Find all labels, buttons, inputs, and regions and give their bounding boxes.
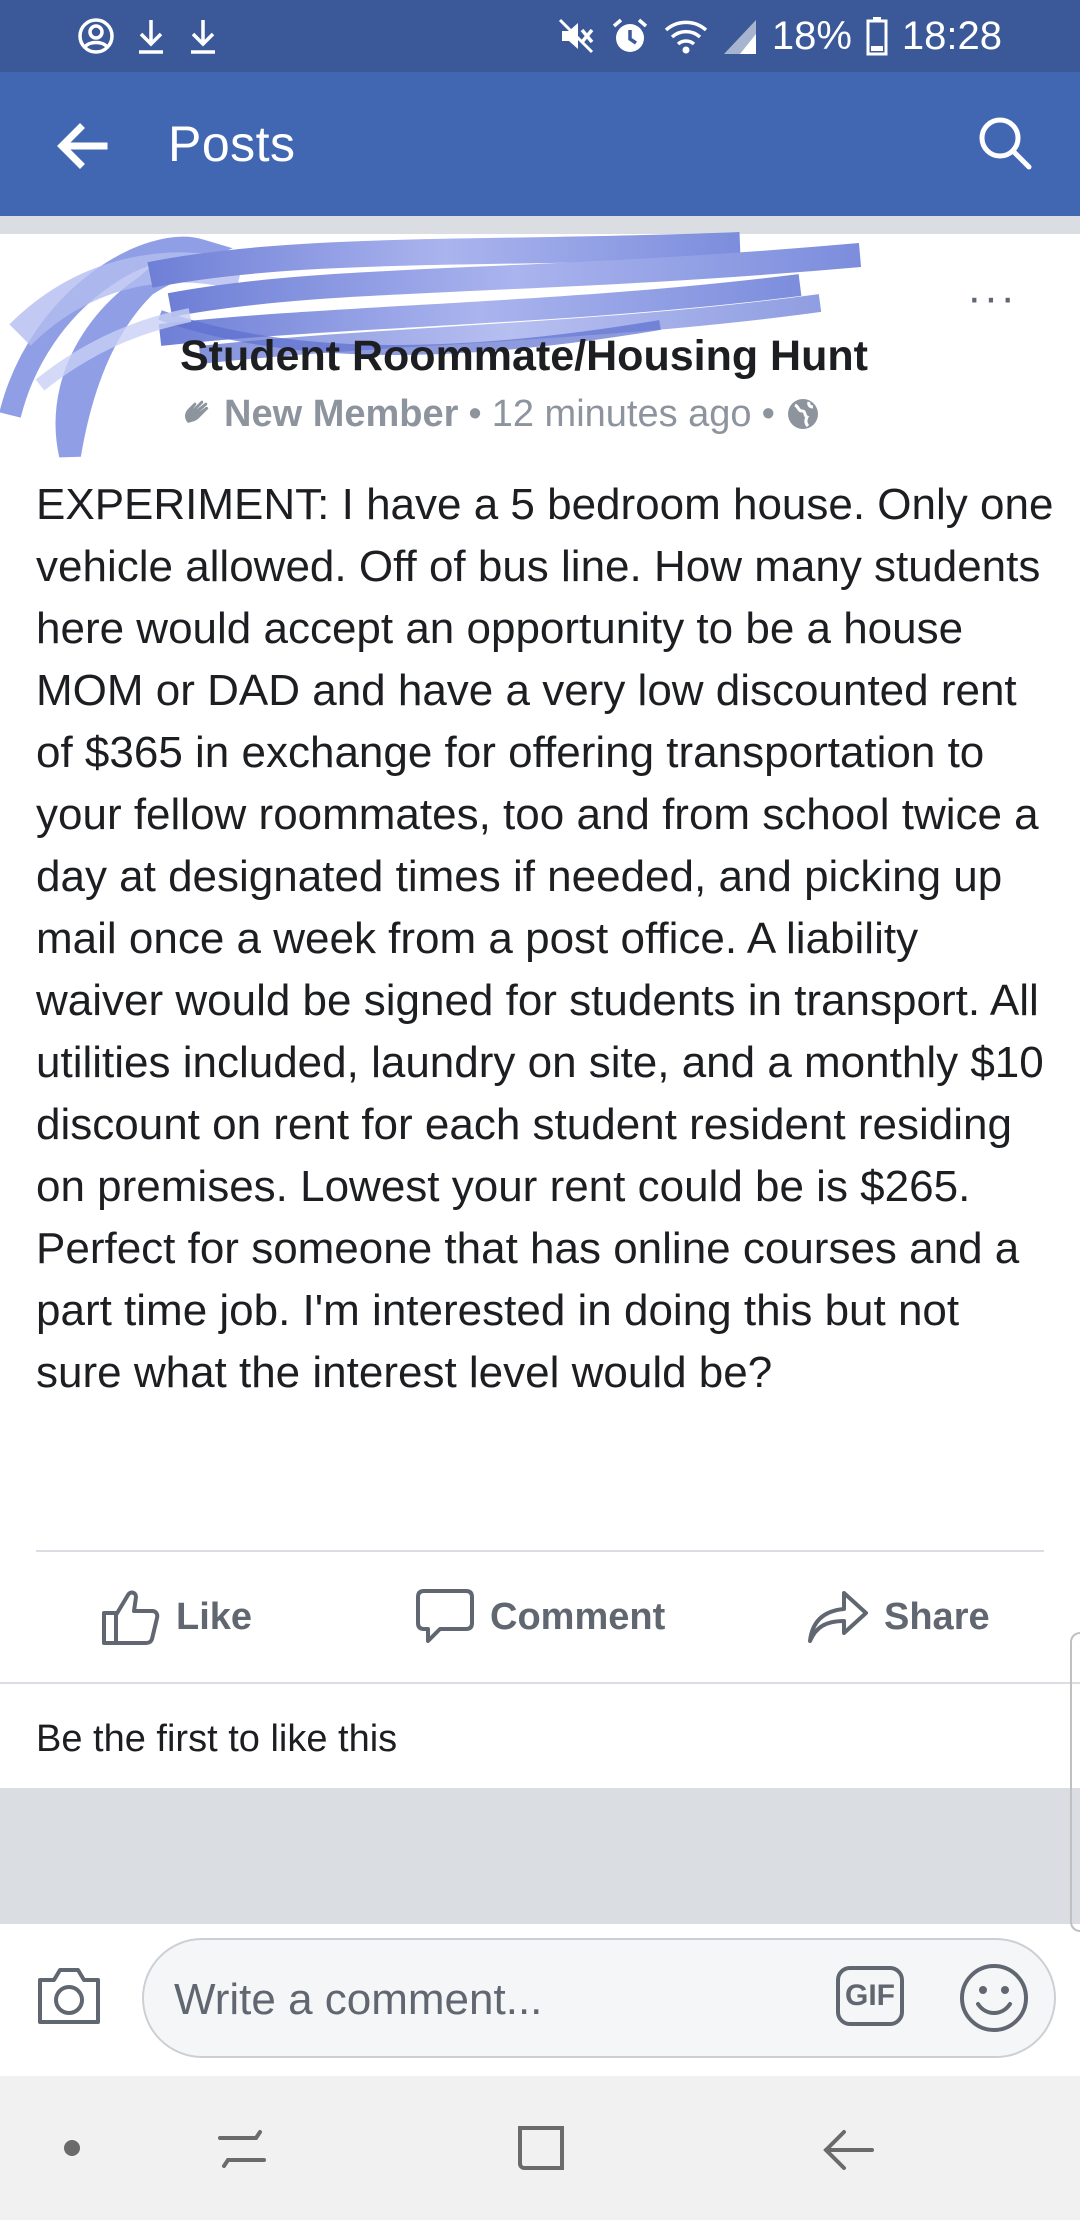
comment-composer: GIF [0,1924,1080,2076]
page-title: Posts [168,116,296,172]
share-button[interactable]: Share [806,1580,990,1654]
group-name-link[interactable]: Student Roommate/Housing Hunt [180,328,868,384]
meta-separator: • [468,392,482,435]
member-badge: New Member [224,392,459,435]
arrow-left-icon [57,123,108,169]
home-square-icon [518,2126,564,2170]
mute-icon [556,16,596,56]
camera-button[interactable] [34,1964,104,2028]
app-bar: Posts [0,72,1080,216]
alarm-icon [610,16,650,56]
post-body: EXPERIMENT: I have a 5 bedroom house. On… [36,480,1054,1397]
camera-icon [38,1968,100,2024]
wifi-icon [664,16,708,56]
gif-button[interactable]: GIF [836,1966,904,2026]
search-icon [979,117,1032,170]
like-label: Like [176,1595,253,1638]
system-navigation-bar [0,2076,1080,2220]
post-meta: New Member • 12 minutes ago • [180,389,821,439]
smiley-icon [960,1964,1028,2032]
comment-bubble-icon [416,1589,474,1643]
recent-apps-button[interactable] [212,2120,272,2180]
status-left-icons [76,14,220,58]
back-button[interactable] [52,116,112,176]
emoji-button[interactable] [956,1960,1032,2036]
thumbs-up-icon [102,1590,160,1645]
status-right-icons: 18% 18:28 [556,10,1002,62]
comment-field: GIF [142,1938,1056,2058]
share-label: Share [884,1595,990,1638]
download-icon [186,16,220,56]
comment-input[interactable] [174,1970,734,2030]
wave-hand-icon [185,400,209,423]
download-icon [134,16,168,56]
account-circle-icon [76,16,116,56]
post-time[interactable]: 12 minutes ago [492,393,752,436]
scroll-indicator [1070,1632,1080,1932]
post-action-bar: Like Comment Share [0,1552,1080,1682]
comment-button[interactable]: Comment [414,1580,665,1654]
battery-icon [866,16,888,56]
divider [0,1682,1080,1684]
reaction-summary: Be the first to like this [36,1718,398,1760]
more-options-button[interactable]: ··· [962,276,1022,320]
status-bar: 18% 18:28 [0,0,1080,72]
recent-apps-icon [218,2130,266,2168]
search-button[interactable] [974,112,1036,174]
back-arrow-icon [823,2130,874,2170]
battery-percent: 18% [771,13,852,58]
empty-comments-area [0,1788,1080,1924]
share-arrow-icon [808,1591,868,1643]
comment-label: Comment [490,1595,666,1638]
system-back-button[interactable] [818,2120,878,2180]
clock-time: 18:28 [901,13,1002,58]
nav-dot-indicator[interactable] [64,2140,80,2156]
signal-icon [722,16,758,56]
like-button[interactable]: Like [100,1580,252,1654]
globe-icon [787,399,818,429]
home-button[interactable] [514,2120,570,2176]
meta-separator: • [761,392,775,435]
